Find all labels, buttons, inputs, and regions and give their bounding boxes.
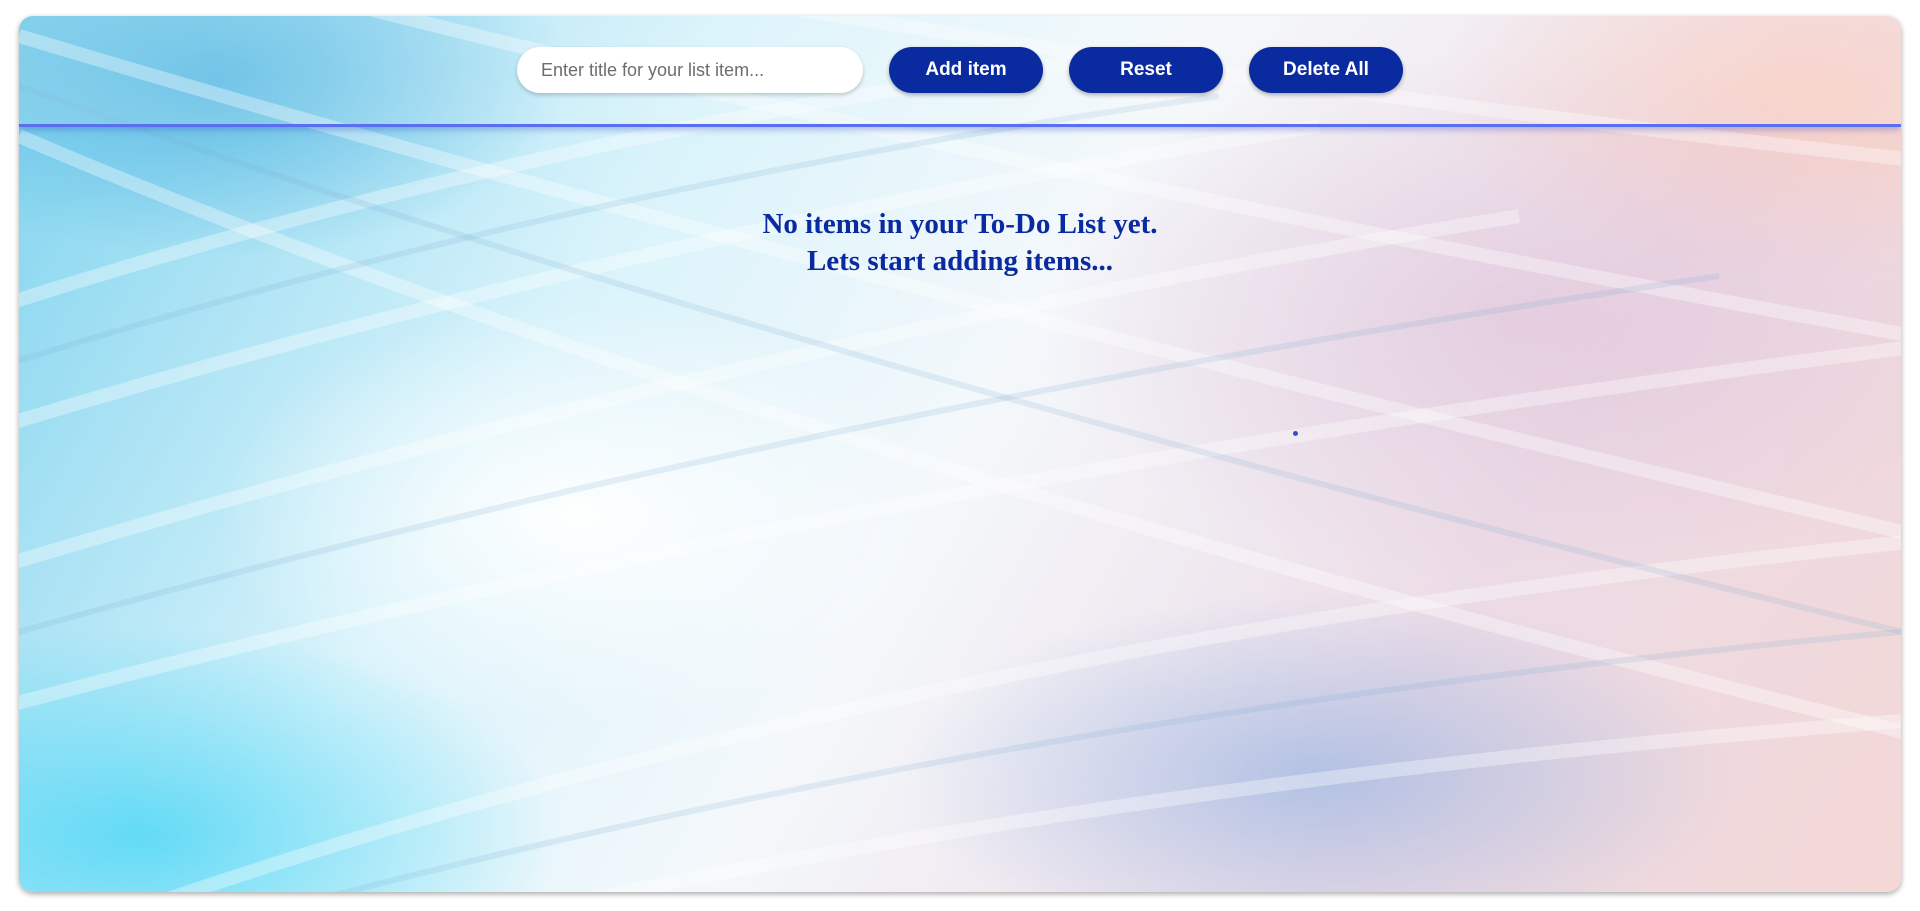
item-title-field-wrapper [517,47,863,93]
empty-state-line-1: No items in your To-Do List yet. [762,208,1158,240]
background-pattern [19,16,1901,892]
decorative-dot [1293,431,1298,436]
todo-app: Add item Reset Delete All No items in yo… [19,16,1901,892]
empty-state-line-2: Lets start adding items... [806,245,1114,277]
reset-button[interactable]: Reset [1069,47,1223,93]
add-item-button[interactable]: Add item [889,47,1043,93]
delete-all-button[interactable]: Delete All [1249,47,1403,93]
empty-state-message: No items in your To-Do List yet. Lets st… [19,206,1901,280]
item-title-input[interactable] [517,59,863,81]
toolbar: Add item Reset Delete All [19,16,1901,127]
